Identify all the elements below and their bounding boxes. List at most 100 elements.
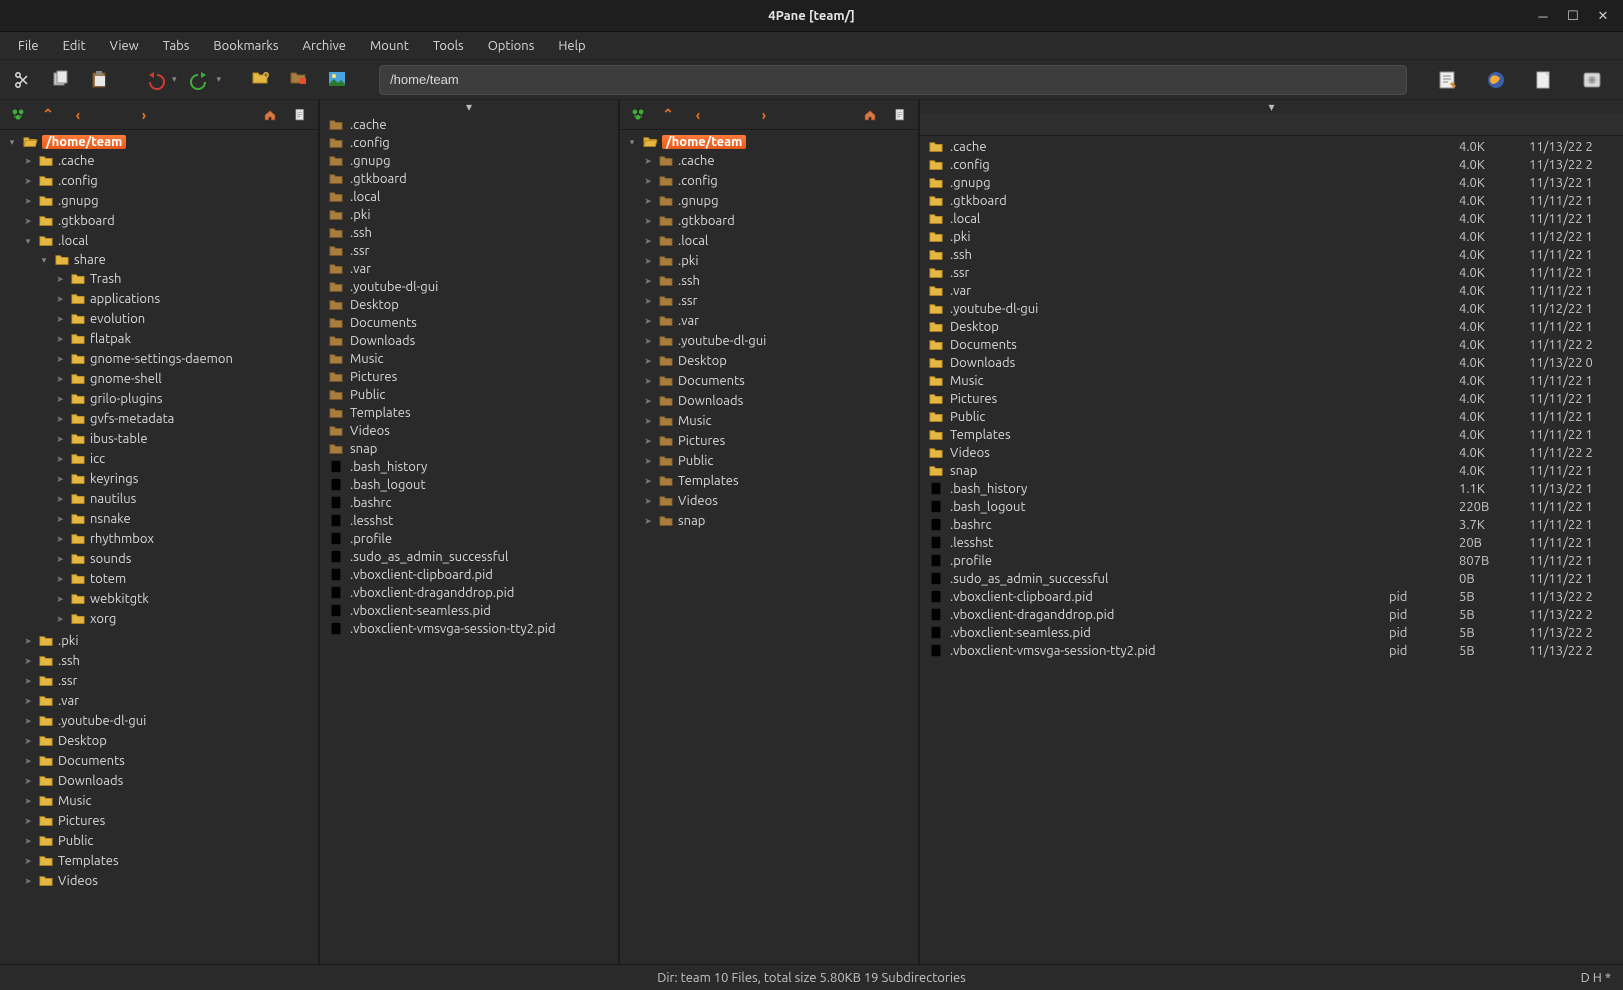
tree-node[interactable]: ➤keyrings [54, 470, 316, 488]
tree-node[interactable]: ➤.ssr [22, 672, 316, 690]
tree-node[interactable]: ➤.gtkboard [22, 212, 316, 230]
list-item[interactable]: .cache 4.0K 11/13/22 2 [924, 138, 1619, 156]
list-item[interactable]: Templates [324, 404, 614, 422]
tree-node[interactable]: ➤.var [642, 312, 916, 330]
list-item[interactable]: .lesshst 20B 11/11/22 1 [924, 534, 1619, 552]
menu-mount[interactable]: Mount [360, 35, 419, 57]
list-item[interactable]: Documents 4.0K 11/11/22 2 [924, 336, 1619, 354]
list-item[interactable]: Downloads [324, 332, 614, 350]
tree-node[interactable]: ➤nsnake [54, 510, 316, 528]
list-item[interactable]: .pki [324, 206, 614, 224]
list-item[interactable]: .local 4.0K 11/11/22 1 [924, 210, 1619, 228]
new-folder-button[interactable] [247, 65, 277, 95]
tree2-root-icon[interactable] [626, 103, 650, 127]
tree-node[interactable]: ▾.local [22, 232, 316, 250]
newfile-launcher[interactable] [1529, 65, 1559, 95]
minimize-button[interactable]: ─ [1529, 4, 1557, 28]
list-item[interactable]: Videos 4.0K 11/11/22 2 [924, 444, 1619, 462]
tree-node[interactable]: ➤.gnupg [22, 192, 316, 210]
tree-node[interactable]: ➤evolution [54, 310, 316, 328]
menu-bookmarks[interactable]: Bookmarks [203, 35, 288, 57]
list-item[interactable]: .gtkboard 4.0K 11/11/22 1 [924, 192, 1619, 210]
list-item[interactable]: .vboxclient-seamless.pid [324, 602, 614, 620]
tree2-back-button[interactable] [686, 103, 710, 127]
tree-node[interactable]: ➤Documents [642, 372, 916, 390]
undo-button[interactable] [140, 65, 170, 95]
tree2-home-button[interactable] [858, 103, 882, 127]
list-item[interactable]: .youtube-dl-gui 4.0K 11/12/22 1 [924, 300, 1619, 318]
list-item[interactable]: .ssh 4.0K 11/11/22 1 [924, 246, 1619, 264]
list2-dropdown[interactable]: ▾ [920, 100, 1623, 114]
tree-node[interactable]: ➤Templates [642, 472, 916, 490]
tree-node[interactable]: ➤Documents [22, 752, 316, 770]
list-item[interactable]: .vboxclient-vmsvga-session-tty2.pid [324, 620, 614, 638]
tree-node[interactable]: ➤.cache [22, 152, 316, 170]
list1-dropdown[interactable]: ▾ [320, 100, 618, 114]
tree-node[interactable]: ➤Pictures [642, 432, 916, 450]
list-item[interactable]: .gnupg [324, 152, 614, 170]
close-button[interactable]: ✕ [1589, 4, 1617, 28]
tree-node[interactable]: ➤gvfs-metadata [54, 410, 316, 428]
tree-node[interactable]: ➤.ssr [642, 292, 916, 310]
list-item[interactable]: .cache [324, 116, 614, 134]
tree-node[interactable]: ➤gnome-settings-daemon [54, 350, 316, 368]
tree-node[interactable]: ➤.gnupg [642, 192, 916, 210]
tree1-back-button[interactable] [66, 103, 90, 127]
tree-node[interactable]: ➤.ssh [22, 652, 316, 670]
list-item[interactable]: Public [324, 386, 614, 404]
menu-edit[interactable]: Edit [53, 35, 96, 57]
list-item[interactable]: Desktop [324, 296, 614, 314]
list-item[interactable]: Desktop 4.0K 11/11/22 1 [924, 318, 1619, 336]
image-button[interactable] [323, 65, 353, 95]
list-item[interactable]: Pictures 4.0K 11/11/22 1 [924, 390, 1619, 408]
tree-node[interactable]: ➤sounds [54, 550, 316, 568]
tree-node[interactable]: ➤.gtkboard [642, 212, 916, 230]
tree-node[interactable]: ➤.config [22, 172, 316, 190]
tree1-home-button[interactable] [258, 103, 282, 127]
tree-node[interactable]: ➤.pki [642, 252, 916, 270]
tree-node[interactable]: ➤Desktop [642, 352, 916, 370]
tree1-root[interactable]: ▾/home/team [6, 133, 316, 151]
list-item[interactable]: .bash_history [324, 458, 614, 476]
list-item[interactable]: .ssh [324, 224, 614, 242]
list-item[interactable]: .vboxclient-draganddrop.pid pid 5B 11/13… [924, 606, 1619, 624]
list-item[interactable]: .local [324, 188, 614, 206]
list-item[interactable]: Music [324, 350, 614, 368]
menu-help[interactable]: Help [548, 35, 595, 57]
tree-node[interactable]: ➤ibus-table [54, 430, 316, 448]
maximize-button[interactable]: ☐ [1559, 4, 1587, 28]
tree2-fwd-button[interactable] [752, 103, 776, 127]
menu-view[interactable]: View [100, 35, 149, 57]
tree-node[interactable]: ➤.local [642, 232, 916, 250]
list-item[interactable]: .gtkboard [324, 170, 614, 188]
tree2-doc-button[interactable] [888, 103, 912, 127]
tree-node[interactable]: ➤Pictures [22, 812, 316, 830]
tree-node[interactable]: ➤.var [22, 692, 316, 710]
editor-launcher[interactable] [1433, 65, 1463, 95]
list-item[interactable]: .profile 807B 11/11/22 1 [924, 552, 1619, 570]
list-item[interactable]: .var 4.0K 11/11/22 1 [924, 282, 1619, 300]
list-item[interactable]: .vboxclient-seamless.pid pid 5B 11/13/22… [924, 624, 1619, 642]
tree-node[interactable]: ➤.cache [642, 152, 916, 170]
list-item[interactable]: Pictures [324, 368, 614, 386]
path-input[interactable] [379, 65, 1407, 95]
menu-tools[interactable]: Tools [423, 35, 474, 57]
tree-node[interactable]: ➤xorg [54, 610, 316, 628]
paste-button[interactable] [84, 65, 114, 95]
tree-node[interactable]: ➤Music [642, 412, 916, 430]
tree-node[interactable]: ➤Music [22, 792, 316, 810]
list-item[interactable]: .bashrc [324, 494, 614, 512]
list-item[interactable]: .sudo_as_admin_successful [324, 548, 614, 566]
list-item[interactable]: Music 4.0K 11/11/22 1 [924, 372, 1619, 390]
tree-node[interactable]: ➤Public [22, 832, 316, 850]
list-item[interactable]: .lesshst [324, 512, 614, 530]
list-item[interactable]: .vboxclient-clipboard.pid [324, 566, 614, 584]
tree1-up-button[interactable] [36, 103, 60, 127]
list2-header[interactable] [920, 114, 1623, 136]
tree-node[interactable]: ➤Desktop [22, 732, 316, 750]
list-item[interactable]: snap [324, 440, 614, 458]
list-item[interactable]: .bash_logout [324, 476, 614, 494]
menu-options[interactable]: Options [478, 35, 545, 57]
list-item[interactable]: Public 4.0K 11/11/22 1 [924, 408, 1619, 426]
tree-node[interactable]: ➤Downloads [22, 772, 316, 790]
